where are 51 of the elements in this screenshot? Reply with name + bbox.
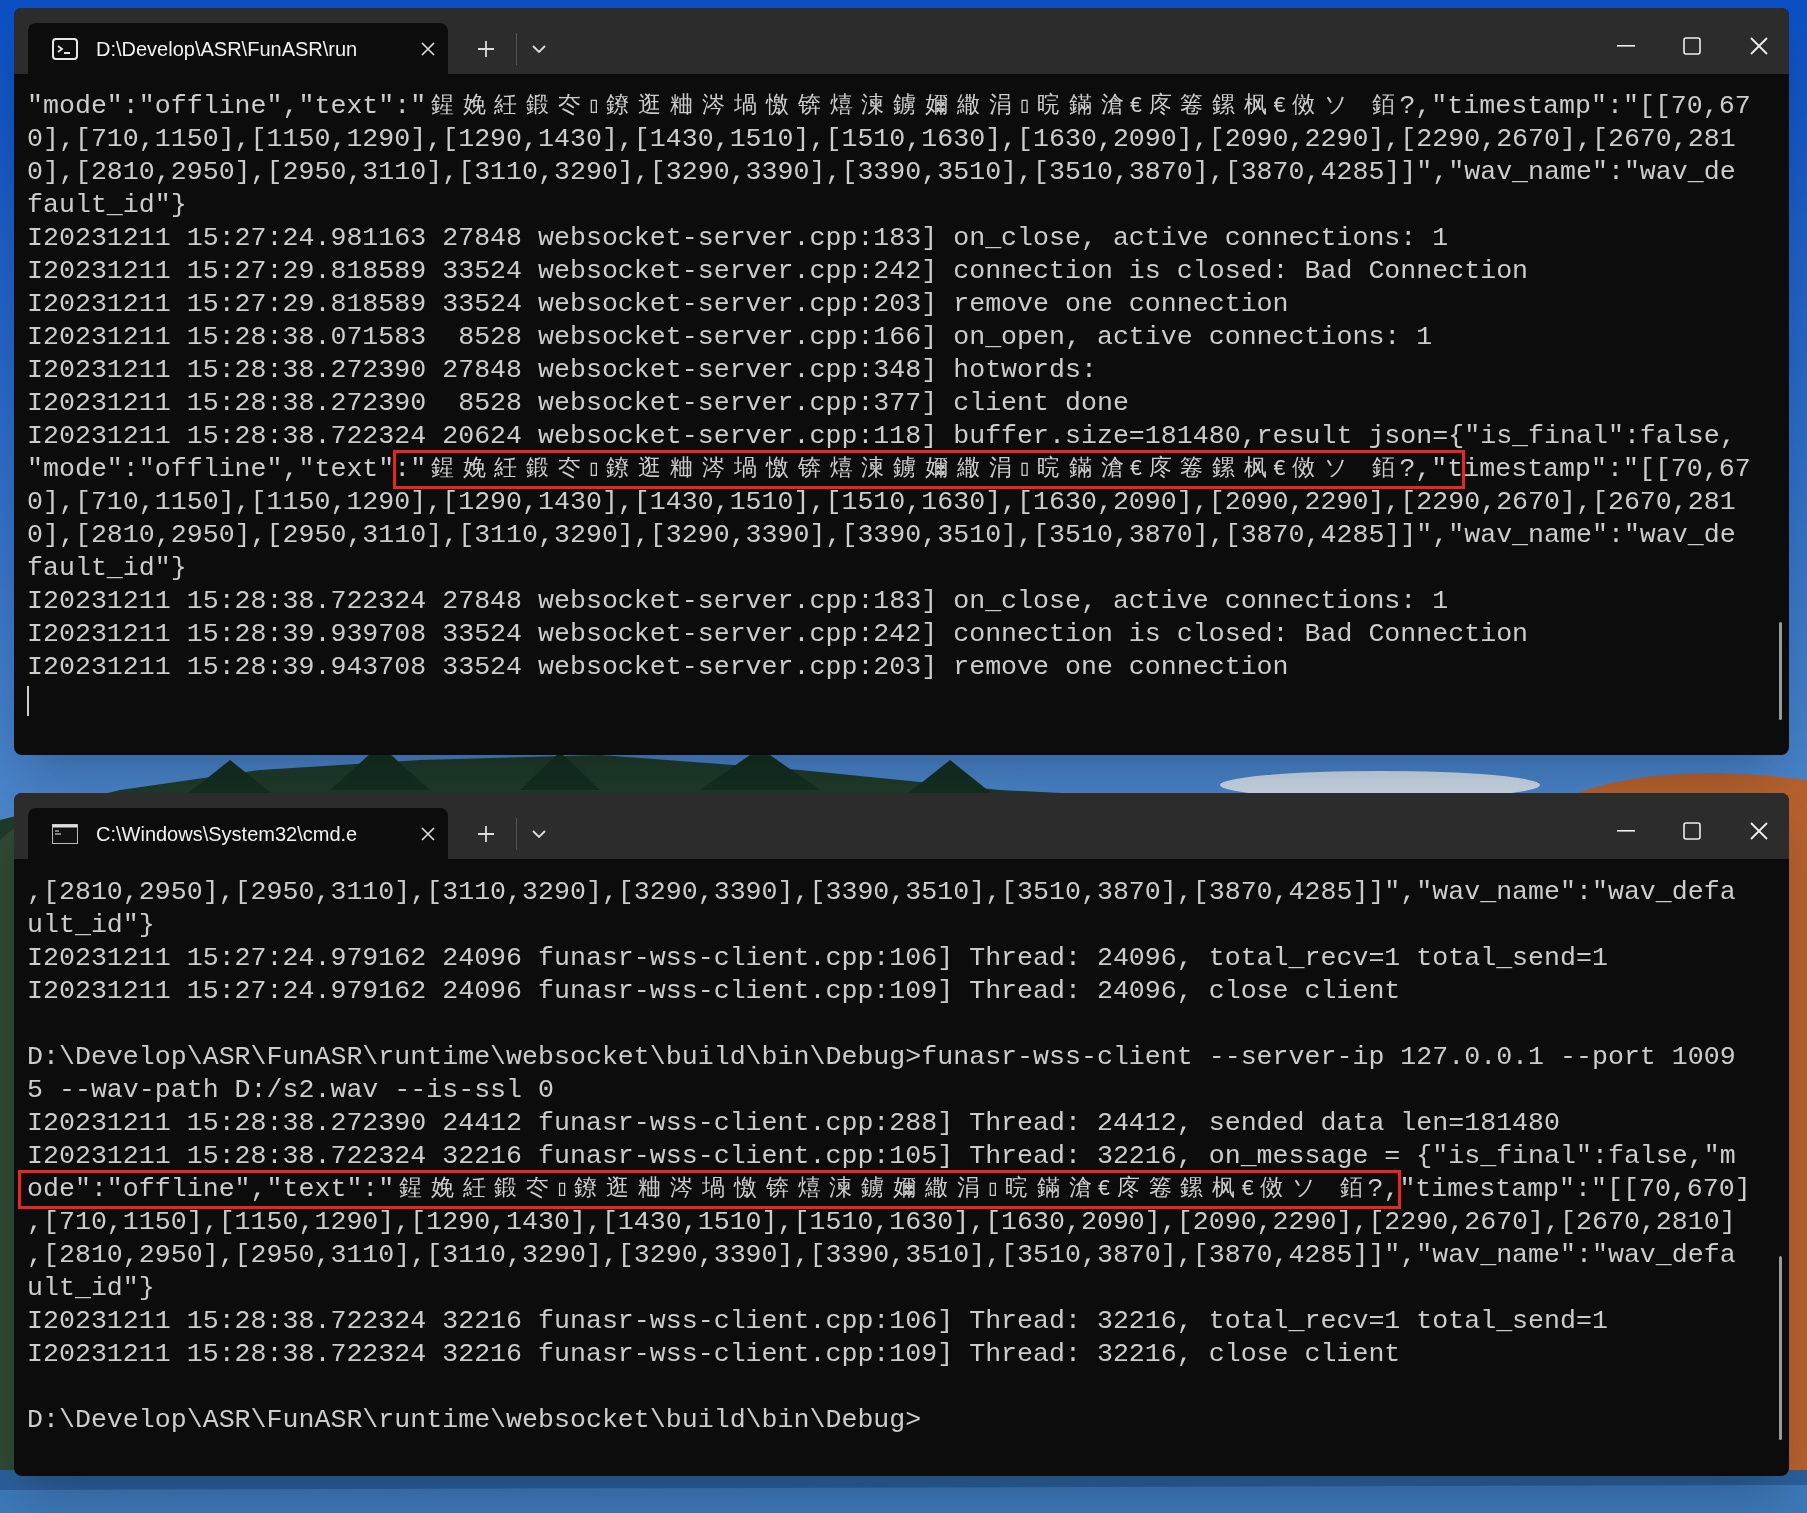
console-icon (52, 823, 78, 844)
output-line: I20231211 15:28:39.939708 33524 websocket-server.cpp:242] connection is closed: Bad Connection (27, 618, 1530, 651)
output-line: I20231211 15:27:29.818589 33524 websocket-server.cpp:242] connection is closed: Bad Connection (27, 255, 1530, 288)
output-line: I20231211 15:27:24.979162 24096 funasr-wss-client.cpp:106] Thread: 24096, total_recv=1 total_send=1 (27, 942, 1609, 975)
maximize-icon[interactable] (1683, 37, 1701, 55)
output-line: ode":"offline","text":"鍟娩紝鍛冭▯鐐逛粬涔堝憿锛熺湅鐪嬭繖涓▯晥鏋滄€庝箞鏍枫€傚ソ 銆?,"timestamp":"[[70,670] (27, 1173, 1752, 1206)
output-line: ult_id"} (27, 909, 156, 942)
chevron-down-icon[interactable] (531, 43, 547, 54)
output-line: 5 --wav-path D:/s2.wav --is-ssl 0 (27, 1074, 555, 1107)
output-line: I20231211 15:28:38.722324 32216 funasr-wss-client.cpp:106] Thread: 32216, total_recv=1 total_send=1 (27, 1305, 1609, 1338)
output-line: I20231211 15:28:38.722324 27848 websocket-server.cpp:183] on_close, active connections: 1 (27, 585, 1450, 618)
output-line: I20231211 15:28:38.272390 27848 websocket-server.cpp:348] hotwords: (27, 354, 1098, 387)
terminal-tab[interactable]: C:\Windows\System32\cmd.e (28, 808, 448, 859)
output-line: 0],[710,1150],[1150,1290],[1290,1430],[1430,1510],[1510,1630],[1630,2090],[2090,2290],[2290,2670],[2670,281 (27, 486, 1737, 519)
close-icon[interactable] (1749, 821, 1769, 841)
close-icon[interactable] (1749, 36, 1769, 56)
output-line: fault_id"} (27, 189, 188, 222)
output-line: I20231211 15:28:38.722324 20624 websocket-server.cpp:118] buffer.size=181480,result json={"is_final":false, (27, 420, 1737, 453)
output-line: D:\Develop\ASR\FunASR\runtime\websocket\build\bin\Debug>funasr-wss-client --server-ip 127.0.0.1 --port 1009 (27, 1041, 1737, 1074)
output-line: I20231211 15:28:38.071583 8528 websocket-server.cpp:166] on_open, active connections: 1 (27, 321, 1434, 354)
output-line: 0],[2810,2950],[2950,3110],[3110,3290],[3290,3390],[3390,3510],[3510,3870],[3870,4285]]","wav_name":"wav_de (27, 156, 1737, 189)
chevron-down-icon[interactable] (531, 828, 547, 839)
output-line: "mode":"offline","text":"鍟娩紝鍛冭▯鐐逛粬涔堝憿锛熺湅鐪嬭繖涓▯晥鏋滄€庝箞鏍枫€傚ソ 銆?,"timestamp":"[[70,67 (27, 90, 1752, 123)
output-line: D:\Develop\ASR\FunASR\runtime\websocket\build\bin\Debug> (27, 1404, 923, 1437)
output-line: 0],[2810,2950],[2950,3110],[3110,3290],[3290,3390],[3390,3510],[3510,3870],[3870,4285]]","wav_name":"wav_de (27, 519, 1737, 552)
output-line: I20231211 15:28:38.272390 8528 websocket-server.cpp:377] client done (27, 387, 1130, 420)
output-line: I20231211 15:28:38.272390 24412 funasr-wss-client.cpp:288] Thread: 24412, sended data len=181480 (27, 1107, 1561, 1140)
output-line: I20231211 15:28:38.722324 32216 funasr-wss-client.cpp:109] Thread: 32216, close client (27, 1338, 1402, 1371)
tab-title: D:\Develop\ASR\FunASR\run (96, 36, 358, 62)
output-line: 0],[710,1150],[1150,1290],[1290,1430],[1430,1510],[1510,1630],[1630,2090],[2090,2290],[2290,2670],[2670,281 (27, 123, 1737, 156)
new-tab-icon[interactable] (476, 823, 496, 844)
prompt-icon (52, 37, 78, 60)
output-line: "mode":"offline","text":"鍟娩紝鍛冭▯鐐逛粬涔堝憿锛熺湅鐪嬭繖涓▯晥鏋滄€庝箞鏍枫€傚ソ 銆?,"timestamp":"[[70,67 (27, 453, 1752, 486)
maximize-icon[interactable] (1683, 822, 1701, 840)
output-line: ,[710,1150],[1150,1290],[1290,1430],[1430,1510],[1510,1630],[1630,2090],[2090,2290],[2290,2670],[2670,2810] (27, 1206, 1737, 1239)
output-line: I20231211 15:27:24.979162 24096 funasr-wss-client.cpp:109] Thread: 24096, close client (27, 975, 1402, 1008)
close-icon[interactable] (420, 825, 436, 842)
output-line: I20231211 15:28:38.722324 32216 funasr-wss-client.cpp:105] Thread: 32216, on_message = {"is_final":false,"m (27, 1140, 1737, 1173)
scrollbar[interactable] (1779, 622, 1782, 720)
output-line: I20231211 15:28:39.943708 33524 websocket-server.cpp:203] remove one connection (27, 651, 1290, 684)
terminal-tab[interactable]: D:\Develop\ASR\FunASR\run (28, 23, 448, 74)
output-line: I20231211 15:27:29.818589 33524 websocket-server.cpp:203] remove one connection (27, 288, 1290, 321)
output-line: I20231211 15:27:24.981163 27848 websocket-server.cpp:183] on_close, active connections: 1 (27, 222, 1450, 255)
tab-title: C:\Windows\System32\cmd.e (96, 821, 358, 847)
output-line: ult_id"} (27, 1272, 156, 1305)
output-line: fault_id"} (27, 552, 188, 585)
output-line: ,[2810,2950],[2950,3110],[3110,3290],[3290,3390],[3390,3510],[3510,3870],[3870,4285]]","wav_name":"wav_defa (27, 876, 1737, 909)
new-tab-icon[interactable] (476, 38, 496, 59)
close-icon[interactable] (420, 40, 436, 57)
output-line: ,[2810,2950],[2950,3110],[3110,3290],[3290,3390],[3390,3510],[3510,3870],[3870,4285]]","wav_name":"wav_defa (27, 1239, 1737, 1272)
scrollbar[interactable] (1779, 1256, 1782, 1440)
